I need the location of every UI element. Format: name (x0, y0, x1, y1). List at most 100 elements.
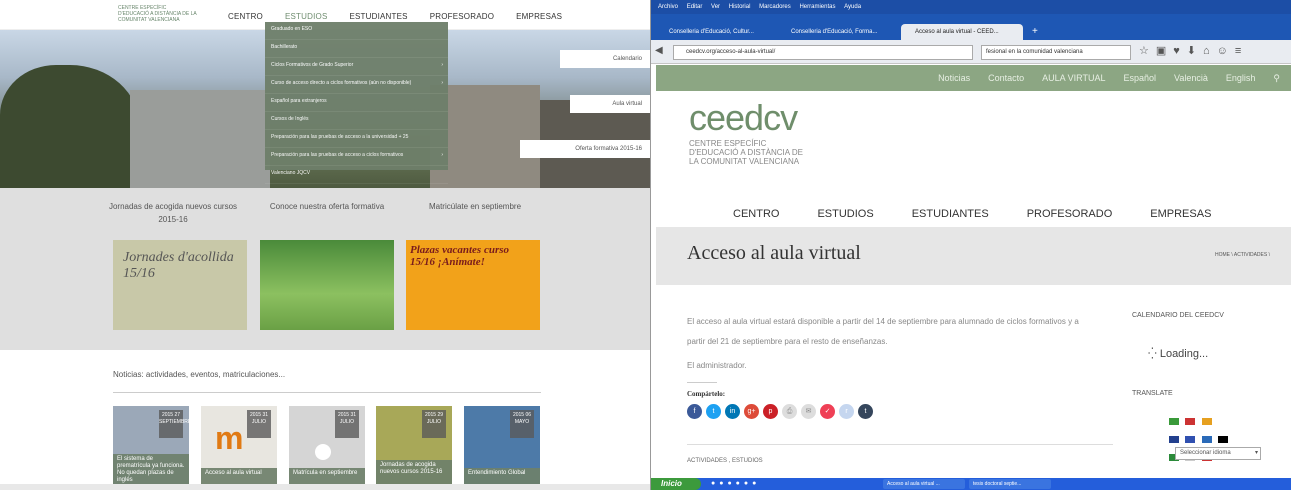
reddit-icon[interactable]: r (839, 404, 854, 419)
post-signature: El administrador. (687, 361, 747, 370)
dropdown-item[interactable]: Preparación para las pruebas de acceso a… (265, 148, 448, 166)
tab-conselleria-1[interactable]: Conselleria d'Educació, Cultur... (655, 24, 773, 40)
dropdown-item[interactable]: Curso de acceso directo a ciclos formati… (265, 76, 448, 94)
taskbar-item-aula[interactable]: Acceso al aula virtual ... (883, 479, 965, 489)
tumblr-icon[interactable]: t (858, 404, 873, 419)
dropdown-item[interactable]: Preparación para las pruebas de acceso a… (265, 130, 448, 148)
pinterest-icon[interactable]: p (763, 404, 778, 419)
email-icon[interactable]: ✉ (801, 404, 816, 419)
search-icon[interactable]: ⚲ (1273, 73, 1280, 84)
flag-icon[interactable] (1185, 418, 1196, 425)
language-select[interactable]: Seleccionar idioma ▾ (1175, 447, 1261, 460)
flag-icon[interactable] (1201, 418, 1212, 425)
dropdown-item[interactable]: Ciclos Formativos de Grado Superior › (265, 58, 448, 76)
tab-aula-virtual[interactable]: Acceso al aula virtual - CEED... (901, 24, 1023, 40)
estudios-dropdown: Graduado en ESO Bachillerato Ciclos Form… (265, 22, 448, 184)
topbar-aula-virtual[interactable]: AULA VIRTUAL (1042, 73, 1105, 83)
toolbar-icons[interactable]: ☆▣♥⬇⌂☺≡ (1139, 44, 1248, 57)
left-nav-profesorado[interactable]: PROFESORADO (430, 12, 494, 21)
topbar-valencia[interactable]: Valencià (1174, 73, 1208, 83)
site-logo[interactable]: ceedcv CENTRE ESPECÍFIC D'EDUCACIÓ A DIS… (689, 100, 807, 167)
flag-icon[interactable] (1169, 418, 1179, 425)
menu-marcadores[interactable]: Marcadores (759, 4, 791, 10)
search-input[interactable]: fesional en la comunidad valenciana (981, 45, 1131, 60)
new-tab-icon[interactable]: + (1029, 24, 1043, 40)
post-content: El acceso al aula virtual estará disponi… (687, 312, 1097, 376)
site-topbar: Noticias Contacto AULA VIRTUAL Español V… (656, 65, 1291, 91)
start-button[interactable]: Inicio (651, 478, 701, 490)
promo-title-1[interactable]: Jornadas de acogida nuevos cursos 2015-1… (108, 200, 238, 226)
url-bar[interactable]: ceedcv.org/acceso-al-aula-virtual/ (673, 45, 973, 60)
flag-icon[interactable] (1185, 436, 1196, 443)
left-nav-estudios[interactable]: ESTUDIOS (285, 12, 328, 21)
nav-centro[interactable]: CENTRO (733, 208, 779, 220)
menu-editar[interactable]: Editar (687, 4, 703, 10)
hero-tag-aula-virtual[interactable]: Aula virtual (570, 95, 650, 113)
breadcrumb[interactable]: HOME \ ACTIVIDADES \ (1215, 252, 1270, 258)
left-nav-estudiantes[interactable]: ESTUDIANTES (349, 12, 407, 21)
hero-tag-calendario[interactable]: Calendario (560, 50, 650, 68)
nav-estudiantes[interactable]: ESTUDIANTES (912, 208, 989, 220)
flag-icon (1218, 418, 1229, 425)
news-card[interactable]: m 2015 31 JULIO Acceso al aula virtual (201, 406, 277, 490)
calendar-loading: ⁛ Loading... (1148, 347, 1208, 360)
menu-historial[interactable]: Historial (729, 4, 751, 10)
promo-section: Jornadas de acogida nuevos cursos 2015-1… (0, 188, 650, 350)
menu-archivo[interactable]: Archivo (658, 4, 678, 10)
flag-icon[interactable] (1169, 436, 1179, 443)
nav-profesorado[interactable]: PROFESORADO (1027, 208, 1113, 220)
hero-tag-oferta[interactable]: Oferta formativa 2015-16 (520, 140, 650, 158)
sidebar-calendar-heading: CALENDARIO DEL CEEDCV (1132, 312, 1224, 319)
spinner-icon: ⁛ (1148, 348, 1160, 360)
dropdown-item[interactable]: Bachillerato (265, 40, 448, 58)
topbar-english[interactable]: English (1226, 73, 1256, 83)
googleplus-icon[interactable]: g+ (744, 404, 759, 419)
topbar-noticias[interactable]: Noticias (938, 73, 970, 83)
divider (687, 444, 1113, 445)
dropdown-item[interactable]: Español para extranjeros (265, 94, 448, 112)
print-icon[interactable]: ⎙ (782, 404, 797, 419)
menu-ver[interactable]: Ver (711, 4, 720, 10)
menu-ayuda[interactable]: Ayuda (844, 4, 861, 10)
topbar-contacto[interactable]: Contacto (988, 73, 1024, 83)
dropdown-item[interactable]: Cursos de Inglés (265, 112, 448, 130)
promo-image-jornadas[interactable]: Jornades d'acollida 15/16 (113, 240, 247, 330)
news-card[interactable]: 2015 27 SEPTIEMBRE El sistema de prematr… (113, 406, 191, 490)
promo-title-3[interactable]: Matricúlate en septiembre (410, 200, 540, 213)
promo-image-students[interactable] (260, 240, 394, 330)
post-categories[interactable]: ACTIVIDADES , ESTUDIOS (687, 458, 763, 464)
tab-conselleria-2[interactable]: Conselleria d'Educació, Forma... (777, 24, 897, 40)
flag-icon[interactable] (1218, 436, 1229, 443)
left-nav-centro[interactable]: CENTRO (228, 12, 263, 21)
pocket-icon[interactable]: ✓ (820, 404, 835, 419)
browser-tabs: Conselleria d'Educació, Cultur... Consel… (651, 14, 1291, 40)
moodle-logo-icon: m (215, 420, 244, 456)
menu-herramientas[interactable]: Herramientas (799, 4, 835, 10)
card-date: 2015 06 MAYO (510, 410, 534, 438)
hero-building (130, 90, 270, 188)
nav-empresas[interactable]: EMPRESAS (1150, 208, 1211, 220)
nav-estudios[interactable]: ESTUDIOS (817, 208, 873, 220)
news-card[interactable]: 2015 29 JULIO Jornadas de acogida nuevos… (376, 406, 452, 490)
left-logo[interactable]: CENTRE ESPECÍFIC D'EDUCACIÓ A DISTÀNCIA … (118, 5, 198, 23)
news-card[interactable]: 2015 06 MAYO Entendimiento Global (464, 406, 540, 490)
chevron-right-icon: › (441, 80, 443, 86)
linkedin-icon[interactable]: in (725, 404, 740, 419)
divider (113, 392, 541, 393)
dropdown-item[interactable]: Valenciano JQCV (265, 166, 448, 184)
dropdown-item[interactable]: Graduado en ESO (265, 22, 448, 40)
taskbar-item-tesis[interactable]: tesis doctoral septie... (969, 479, 1051, 489)
taskbar: Inicio ●●●●●● Acceso al aula virtual ...… (651, 478, 1291, 490)
topbar-espanol[interactable]: Español (1123, 73, 1156, 83)
promo-image-plazas[interactable]: Plazas vacantes curso 15/16 ¡Anímate! (406, 240, 540, 330)
card-date: 2015 29 JULIO (422, 410, 446, 438)
twitter-icon[interactable]: t (706, 404, 721, 419)
left-nav-empresas[interactable]: EMPRESAS (516, 12, 562, 21)
quicklaunch-icons[interactable]: ●●●●●● (711, 478, 760, 490)
facebook-icon[interactable]: f (687, 404, 702, 419)
back-icon[interactable]: ◀ (655, 45, 663, 56)
post-paragraph: El acceso al aula virtual estará disponi… (687, 317, 1079, 346)
promo-title-2[interactable]: Conoce nuestra oferta formativa (262, 200, 392, 213)
flag-icon[interactable] (1201, 436, 1212, 443)
news-card[interactable]: 2015 31 JULIO Matrícula en septiembre (289, 406, 365, 490)
